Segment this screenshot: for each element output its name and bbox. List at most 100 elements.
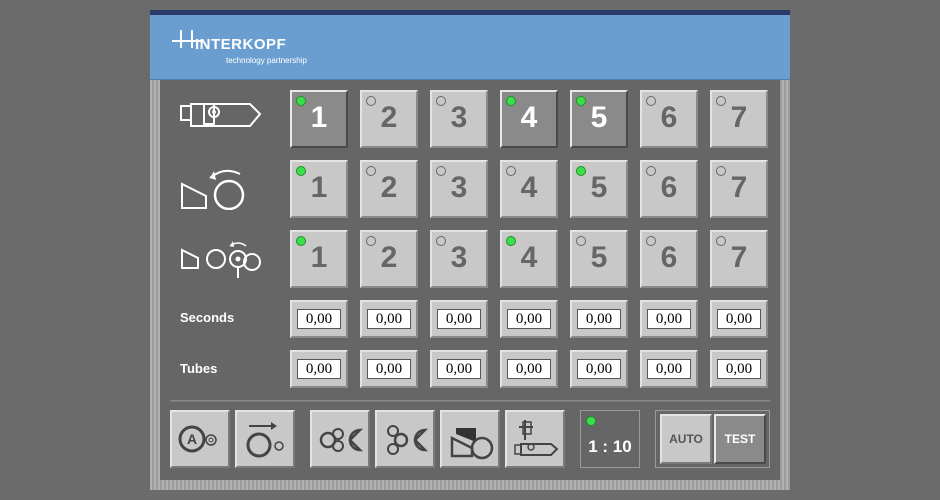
seconds-value-box: 0,00 [570,300,628,338]
selector-button-row1-6[interactable]: 6 [640,90,698,148]
seconds-input-2[interactable]: 0,00 [367,309,411,329]
selector-button-row1-1[interactable]: 1 [290,90,348,148]
auto-mode-button[interactable]: AUTO [660,414,712,464]
selector-button-row3-6[interactable]: 6 [640,230,698,288]
seconds-value-box: 0,00 [430,300,488,338]
selector-button-row2-3[interactable]: 3 [430,160,488,218]
tubes-value-box: 0,00 [500,350,558,388]
tubes-value-box: 0,00 [570,350,628,388]
selector-button-row3-4[interactable]: 4 [500,230,558,288]
selector-number: 7 [730,241,748,274]
seconds-value-box: 0,00 [290,300,348,338]
gear-cutter-right-icon [387,425,429,455]
seconds-input-7[interactable]: 0,00 [717,309,761,329]
selector-number: 5 [590,241,608,274]
tubes-label: Tubes [180,361,218,376]
selector-button-row1-4[interactable]: 4 [500,90,558,148]
seconds-label: Seconds [180,310,235,325]
tubes-value-box: 0,00 [710,350,768,388]
auto-roller-icon: A [178,425,217,453]
rotate-arrow-roller-icon [246,422,284,458]
rollers-transfer-icon [181,241,261,278]
divider [170,400,770,402]
ratio-value: 1 : 10 [588,437,632,456]
mode-selector: AUTO TEST [655,410,770,468]
rotate-roller-icon [181,169,245,210]
selector-number: 6 [660,241,678,274]
selector-number: 1 [310,241,328,274]
selector-number: 2 [380,171,398,204]
selector-number: 1 [310,101,328,134]
selector-number: 5 [590,171,608,204]
selector-button-row1-7[interactable]: 7 [710,90,768,148]
tubes-value-box: 0,00 [640,350,698,388]
app-window: INTERKOPF technology partnership 1 2 3 4… [150,10,790,490]
tubes-input-1[interactable]: 0,00 [297,359,341,379]
selector-number: 3 [450,241,468,274]
seconds-input-6[interactable]: 0,00 [647,309,691,329]
selector-number: 4 [520,241,538,274]
selector-button-row1-2[interactable]: 2 [360,90,418,148]
selector-number: 6 [660,101,678,134]
tubes-value-box: 0,00 [430,350,488,388]
gear-cutter-left-button[interactable] [310,410,370,468]
tubes-value-box: 0,00 [360,350,418,388]
seconds-value-box: 0,00 [360,300,418,338]
brand-name: INTERKOPF [195,36,287,53]
ratio-display: 1 : 10 [580,410,640,468]
svg-text:A: A [187,431,197,447]
selector-number: 2 [380,101,398,134]
rotate-roller-button[interactable] [235,410,295,468]
seconds-input-4[interactable]: 0,00 [507,309,551,329]
selector-number: 1 [310,171,328,204]
feed-unit-button[interactable] [440,410,500,468]
tubes-input-5[interactable]: 0,00 [577,359,621,379]
auto-roller-button[interactable]: A [170,410,230,468]
seconds-value-box: 0,00 [710,300,768,338]
brand-tagline: technology partnership [226,56,307,65]
selector-button-row3-2[interactable]: 2 [360,230,418,288]
test-mode-button[interactable]: TEST [714,414,766,464]
tubes-input-2[interactable]: 0,00 [367,359,411,379]
selector-number: 3 [450,171,468,204]
seconds-value-box: 0,00 [500,300,558,338]
selector-number: 7 [730,101,748,134]
selector-number: 5 [590,101,608,134]
seconds-value-box: 0,00 [640,300,698,338]
cartridge-clamp-icon [514,420,559,456]
cartridge-icon [180,103,262,127]
selector-button-row2-1[interactable]: 1 [290,160,348,218]
selector-button-row3-1[interactable]: 1 [290,230,348,288]
seconds-input-1[interactable]: 0,00 [297,309,341,329]
tubes-input-6[interactable]: 0,00 [647,359,691,379]
selector-button-row2-7[interactable]: 7 [710,160,768,218]
selector-number: 2 [380,241,398,274]
seconds-input-5[interactable]: 0,00 [577,309,621,329]
header: INTERKOPF technology partnership [150,15,790,80]
feed-unit-icon [450,428,494,460]
selector-number: 6 [660,171,678,204]
selector-button-row1-3[interactable]: 3 [430,90,488,148]
control-panel: 1 2 3 4 5 6 7 1 2 3 4 5 6 7 1 2 3 4 5 6 7 Seconds Tubes 0,00… [160,80,780,480]
selector-button-row3-3[interactable]: 3 [430,230,488,288]
gear-cutter-left-icon [319,428,364,452]
selector-button-row2-4[interactable]: 4 [500,160,558,218]
selector-button-row2-2[interactable]: 2 [360,160,418,218]
tubes-input-4[interactable]: 0,00 [507,359,551,379]
seconds-input-3[interactable]: 0,00 [437,309,481,329]
selector-button-row2-6[interactable]: 6 [640,160,698,218]
selector-number: 4 [520,171,538,204]
tubes-input-7[interactable]: 0,00 [717,359,761,379]
ratio-status-led [586,416,596,426]
selector-number: 4 [520,101,538,134]
selector-button-row1-5[interactable]: 5 [570,90,628,148]
gear-cutter-right-button[interactable] [375,410,435,468]
selector-number: 3 [450,101,468,134]
cartridge-clamp-button[interactable] [505,410,565,468]
selector-button-row3-5[interactable]: 5 [570,230,628,288]
tubes-value-box: 0,00 [290,350,348,388]
selector-number: 7 [730,171,748,204]
selector-button-row2-5[interactable]: 5 [570,160,628,218]
selector-button-row3-7[interactable]: 7 [710,230,768,288]
tubes-input-3[interactable]: 0,00 [437,359,481,379]
